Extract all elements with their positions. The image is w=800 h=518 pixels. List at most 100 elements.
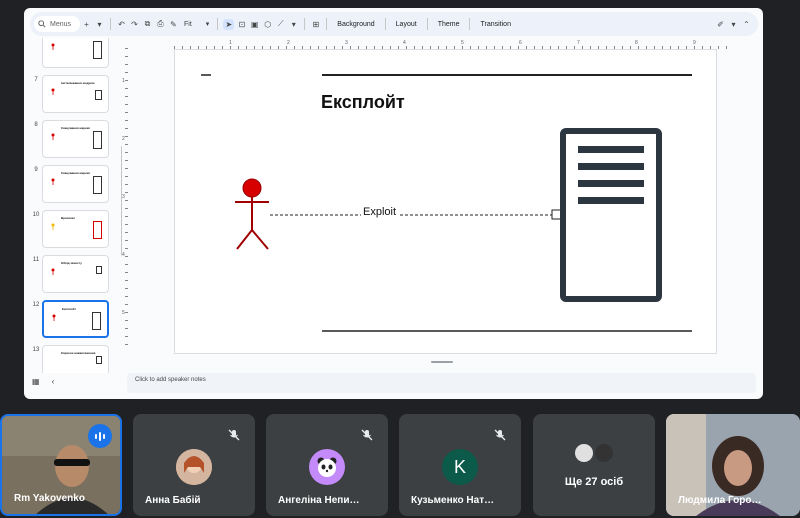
chevron-left-icon[interactable]: ‹ <box>52 377 55 386</box>
thumb-title: Інсталювання модулю <box>61 81 95 85</box>
slide-thumbnail[interactable]: Корисне навантаження <box>42 345 109 373</box>
print-icon[interactable]: ⎙ <box>155 19 166 30</box>
exploit-label[interactable]: Exploit <box>361 206 399 218</box>
ruler-number: 4 <box>122 252 125 258</box>
ruler-tick <box>125 312 128 313</box>
ruler-tick <box>125 208 128 209</box>
participant-strip: Rm Yakovenko Анна Бабій Ангеліна Непи… K… <box>0 414 800 518</box>
participant-name: Анна Бабій <box>145 495 201 506</box>
ruler-tick <box>125 304 128 305</box>
toolbar-divider <box>384 18 386 30</box>
slide-thumbnail[interactable]: Обхід захисту <box>42 255 109 293</box>
layout-button[interactable]: Layout <box>390 21 423 28</box>
ruler-tick <box>125 240 128 241</box>
filmstrip-slide[interactable]: 8 Сканування мережі <box>30 120 122 160</box>
shape-icon[interactable]: ⬡ <box>262 19 273 30</box>
paint-format-icon[interactable]: ✎ <box>168 19 179 30</box>
textbox-icon[interactable]: ⊡ <box>236 19 247 30</box>
slide-title[interactable]: Експлойт <box>321 92 405 113</box>
chevron-down-icon[interactable]: ▾ <box>94 19 105 30</box>
vertical-ruler: 12345 <box>122 48 130 368</box>
server-shape <box>96 266 102 274</box>
toolbar-divider <box>469 18 471 30</box>
chevron-down-icon[interactable]: ▾ <box>728 19 739 30</box>
server-figure <box>560 128 662 302</box>
ruler-tick <box>125 64 128 65</box>
toolbar-divider <box>426 18 428 30</box>
slide-drawing <box>201 74 692 332</box>
speaker-notes-field[interactable]: Click to add speaker notes <box>127 373 756 393</box>
ruler-tick <box>125 264 128 265</box>
comment-icon[interactable]: ⊞ <box>310 19 321 30</box>
slide-number: 11 <box>32 257 40 263</box>
slide-thumbnail[interactable]: Вразливі <box>42 210 109 248</box>
filmstrip-slide[interactable]: 11 Обхід захисту <box>30 255 122 295</box>
shared-screen-slides: Menus + ▾ ↶ ↷ ⧉ ⎙ ✎ Fit ▾ ➤ ⊡ ▣ ⬡ ⟋ ▾ ⊞ … <box>24 8 763 399</box>
filmstrip-slide[interactable]: 13 Корисне навантаження <box>30 345 122 373</box>
actor-shape <box>51 43 55 50</box>
filmstrip-slide[interactable]: 9 Сканування мережі <box>30 165 122 205</box>
redo-icon[interactable]: ↷ <box>129 19 140 30</box>
ruler-number: 6 <box>519 40 522 46</box>
toolbar-divider <box>110 18 111 30</box>
ruler-number: 2 <box>287 40 290 46</box>
background-button[interactable]: Background <box>331 21 380 28</box>
actor-shape <box>52 314 56 321</box>
slide-thumbnail[interactable] <box>42 38 109 68</box>
ruler-tick <box>125 192 128 193</box>
participant-tile[interactable]: K Кузьменко Нат… <box>399 414 521 516</box>
participant-name: Людмила Горо… <box>678 495 762 506</box>
transition-button[interactable]: Transition <box>474 21 516 28</box>
chevron-down-icon[interactable]: ▾ <box>288 19 299 30</box>
toolbar-divider <box>217 18 219 30</box>
line-icon[interactable]: ⟋ <box>275 19 286 30</box>
filmstrip-slide-current[interactable]: 12 Експлойт <box>30 300 122 340</box>
grid-view-icon[interactable]: ▦ <box>32 377 40 386</box>
actor-shape <box>51 88 55 95</box>
more-participants-tile[interactable]: Ще 27 осіб <box>533 414 655 516</box>
ruler-tick <box>125 96 128 97</box>
mic-off-icon <box>223 424 245 446</box>
filmstrip-slide[interactable]: 7 Інсталювання модулю <box>30 75 122 115</box>
collapse-up-icon[interactable]: ⌃ <box>741 19 752 30</box>
ruler-tick <box>125 136 128 137</box>
new-slide-icon[interactable]: + <box>81 19 92 30</box>
select-cursor-icon[interactable]: ➤ <box>223 18 235 30</box>
slide-number: 12 <box>32 302 40 308</box>
image-icon[interactable]: ▣ <box>249 19 260 30</box>
filmstrip-slide[interactable]: 10 Вразливі <box>30 210 122 250</box>
ruler-number: 3 <box>345 40 348 46</box>
theme-button[interactable]: Theme <box>432 21 466 28</box>
menus-search[interactable]: Menus <box>34 16 80 32</box>
ruler-tick <box>718 46 719 49</box>
thumb-title: Обхід захисту <box>61 261 82 265</box>
ruler-tick <box>125 72 128 73</box>
participant-name: Ангеліна Непи… <box>278 495 360 506</box>
filmstrip-slide[interactable] <box>30 38 122 70</box>
slide-thumbnail[interactable]: Сканування мережі <box>42 165 109 203</box>
thumb-title: Корисне навантаження <box>61 351 96 355</box>
more-participants-label: Ще 27 осіб <box>564 476 624 488</box>
ruler-tick <box>726 46 727 49</box>
zoom-select[interactable]: Fit ▾ <box>180 20 213 29</box>
participant-tile[interactable]: Людмила Горо… <box>666 414 800 516</box>
participant-tile[interactable]: Анна Бабій <box>133 414 255 516</box>
slide-thumbnail[interactable]: Інсталювання модулю <box>42 75 109 113</box>
ruler-tick <box>125 328 128 329</box>
slide-thumbnail[interactable]: Сканування мережі <box>42 120 109 158</box>
slide-number: 9 <box>34 167 38 173</box>
thumb-title: Сканування мережі <box>61 126 90 130</box>
slide-thumbnail-active[interactable]: Експлойт <box>42 300 109 338</box>
undo-icon[interactable]: ↶ <box>116 19 127 30</box>
pen-tool-icon[interactable]: ✐ <box>715 19 726 30</box>
avatar <box>176 449 212 485</box>
copy-icon[interactable]: ⧉ <box>142 19 153 30</box>
slide-canvas[interactable]: Експлойт Exploit <box>174 49 717 354</box>
ruler-tick <box>125 48 128 49</box>
participant-tile-speaker[interactable]: Rm Yakovenko <box>0 414 122 516</box>
thumb-title: Експлойт <box>62 307 76 311</box>
notes-resize-handle[interactable] <box>431 361 453 363</box>
ruler-tick <box>125 272 128 273</box>
toolbar-divider <box>326 18 328 30</box>
participant-tile[interactable]: Ангеліна Непи… <box>266 414 388 516</box>
